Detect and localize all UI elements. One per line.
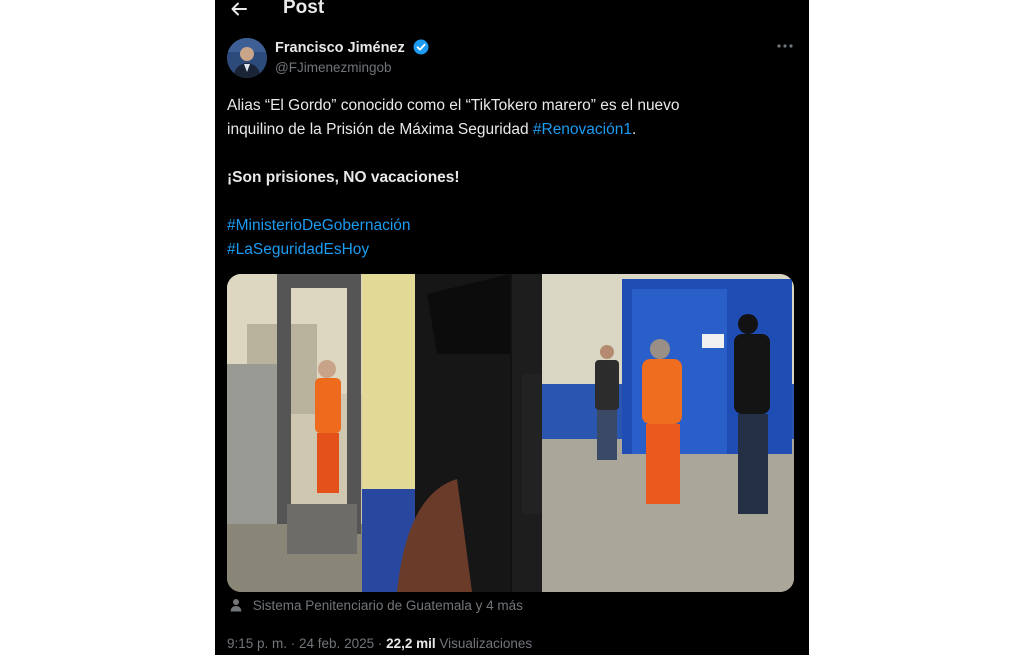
page-title: Post (283, 0, 325, 18)
tweet-line: Alias “El Gordo” conocido como el “TikTo… (227, 97, 680, 114)
photo-prisoner-metal-detector[interactable] (227, 274, 510, 592)
avatar[interactable] (227, 38, 267, 78)
post-view: Post Francisco Jiménez @FJimenezmingob A… (215, 0, 809, 655)
views-count: 22,2 mil (386, 636, 436, 651)
hashtag-link[interactable]: #MinisterioDeGobernación (227, 217, 411, 234)
hashtag-link[interactable]: #Renovación1 (533, 121, 632, 138)
tweet-emphasis: ¡Son prisiones, NO vacaciones! (227, 169, 460, 186)
more-options-icon[interactable] (776, 40, 794, 52)
back-arrow-icon[interactable] (229, 0, 249, 19)
views-label: Visualizaciones (435, 636, 533, 651)
verified-badge-icon (413, 39, 429, 55)
hashtag-link[interactable]: #LaSeguridadEsHoy (227, 241, 369, 258)
media-grid (227, 274, 794, 592)
tagged-accounts[interactable]: Sistema Penitenciario de Guatemala y 4 m… (229, 598, 523, 613)
post-header: Post (215, 0, 809, 22)
author-handle[interactable]: @FJimenezmingob (275, 60, 392, 75)
post-metadata: 9:15 p. m. · 24 feb. 2025 · 22,2 mil Vis… (227, 636, 532, 651)
photo-prisoner-hallway[interactable] (512, 274, 794, 592)
tweet-text: Alias “El Gordo” conocido como el “TikTo… (227, 94, 787, 262)
author-name[interactable]: Francisco Jiménez (275, 39, 429, 56)
timestamp[interactable]: 9:15 p. m. · 24 feb. 2025 · (227, 636, 386, 651)
person-icon (230, 599, 242, 612)
tweet-line: inquilino de la Prisión de Máxima Seguri… (227, 121, 637, 138)
